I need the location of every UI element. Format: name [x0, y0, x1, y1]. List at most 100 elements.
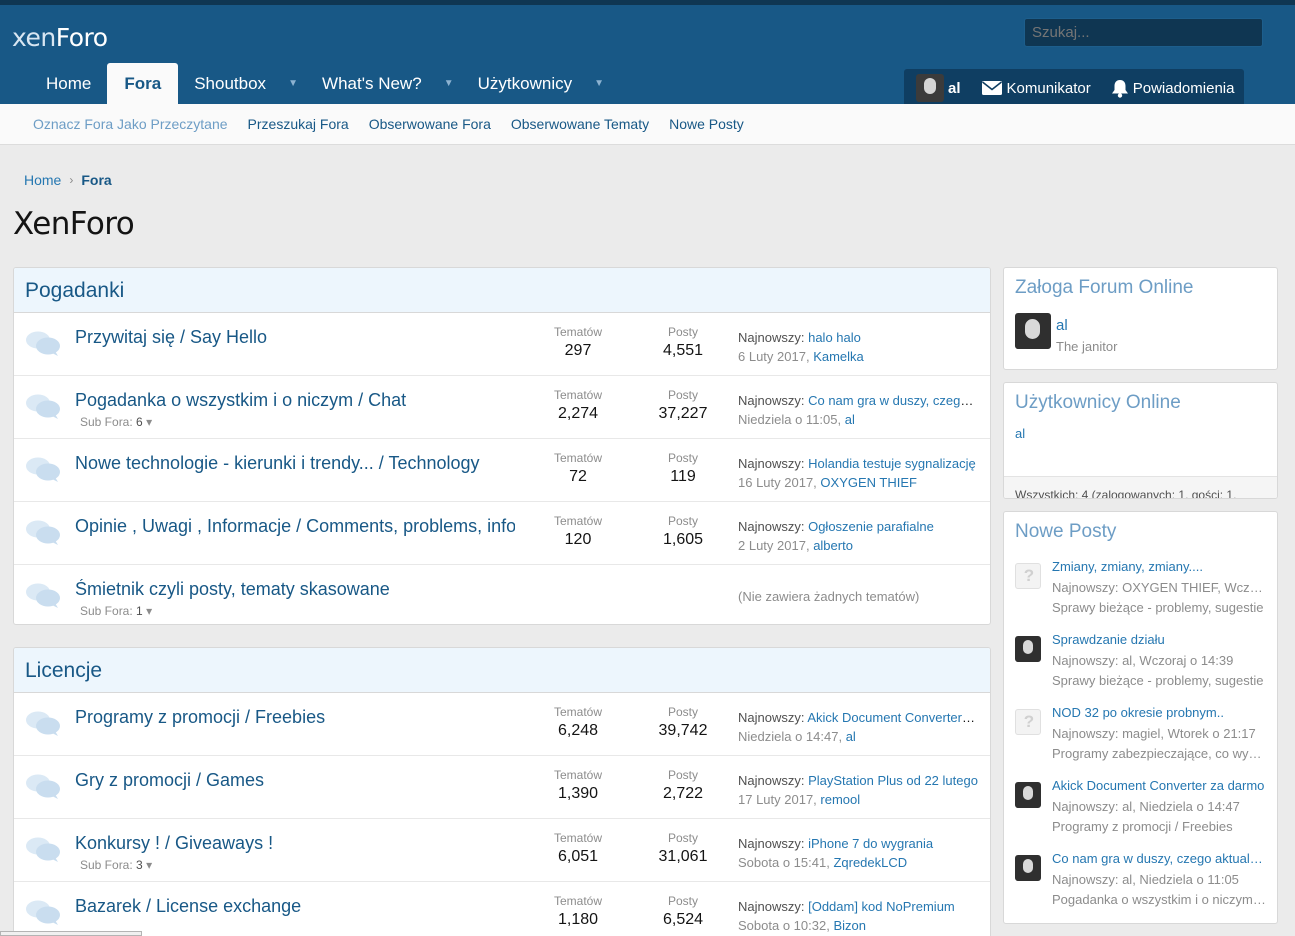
site-logo[interactable]: xenForo [12, 23, 108, 52]
forum-title-link[interactable]: Programy z promocji / Freebies [75, 707, 325, 728]
latest-thread-link[interactable]: [Oddam] kod NoPremium [808, 899, 955, 914]
new-post-meta: Najnowszy: al, Niedziela o 14:47 [1052, 799, 1240, 814]
latest-user-link[interactable]: alberto [813, 538, 853, 553]
forum-title-link[interactable]: Konkursy ! / Giveaways ! [75, 833, 273, 854]
forum-node: Programy z promocji / Freebies Tematów 6,… [14, 693, 990, 756]
latest-thread-link[interactable]: Ogłoszenie parafialne [808, 519, 934, 534]
breadcrumb-home[interactable]: Home [24, 172, 61, 188]
widget-title[interactable]: Nowe Posty [1004, 512, 1277, 557]
new-post-title-link[interactable]: Zmiany, zmiany, zmiany.... [1052, 559, 1266, 574]
new-post-title-link[interactable]: Akick Document Converter za darmo [1052, 778, 1266, 793]
watched-forums-link[interactable]: Obserwowane Fora [359, 116, 501, 132]
breadcrumb-fora[interactable]: Fora [81, 172, 111, 188]
account-button[interactable]: al [904, 69, 971, 107]
latest-thread-link[interactable]: Holandia testuje sygnalizację [808, 456, 976, 471]
new-post-forum-link[interactable]: Sprawy bieżące - problemy, sugestie [1052, 673, 1266, 688]
threads-count: Tematów 297 [553, 325, 603, 359]
chevron-down-icon[interactable]: ▼ [282, 63, 304, 104]
breadcrumb: Home › Fora [24, 172, 112, 188]
posts-count: Posty 2,722 [662, 768, 704, 802]
latest-thread-link[interactable]: PlayStation Plus od 22 lutego [808, 773, 978, 788]
forum-title-link[interactable]: Gry z promocji / Games [75, 770, 264, 791]
latest-user-link[interactable]: al [846, 729, 856, 744]
envelope-icon [981, 81, 1002, 95]
latest-thread-link[interactable]: Co nam gra w duszy, czego aktualnie słuc… [808, 393, 978, 408]
search-forums-link[interactable]: Przeszukaj Fora [238, 116, 359, 132]
forum-node: Bazarek / License exchange Tematów 1,180 … [14, 882, 990, 936]
new-post-meta: Najnowszy: al, Wczoraj o 14:39 [1052, 653, 1234, 668]
users-online-widget: Użytkownicy Online al Wszystkich: 4 (zal… [1003, 382, 1278, 499]
category-title[interactable]: Pogadanki [14, 268, 990, 313]
latest-post: Najnowszy: PlayStation Plus od 22 lutego… [738, 773, 978, 807]
category-title[interactable]: Licencje [14, 648, 990, 693]
subforums-toggle[interactable]: Sub Fora: 6 ▾ [80, 415, 152, 429]
new-post-forum-link[interactable]: Programy z promocji / Freebies [1052, 819, 1266, 834]
new-post-item: Sprawdzanie działu Najnowszy: al, Wczora… [1004, 630, 1277, 703]
mark-forums-read-link[interactable]: Oznacz Fora Jako Przeczytane [23, 116, 238, 132]
bell-icon [1111, 79, 1128, 98]
latest-thread-link[interactable]: iPhone 7 do wygrania [808, 836, 933, 851]
new-post-item: NOD 32 po okresie probnym.. Najnowszy: m… [1004, 703, 1277, 776]
latest-user-link[interactable]: ZqredekLCD [833, 855, 907, 870]
staff-member: al The janitor [1004, 299, 1277, 359]
forum-title-link[interactable]: Bazarek / License exchange [75, 896, 301, 917]
forum-title-link[interactable]: Nowe technologie - kierunki i trendy... … [75, 453, 480, 474]
main-nav: Home Fora Shoutbox ▼ What's New? ▼ Użytk… [30, 63, 612, 104]
new-post-forum-link[interactable]: Programy zabezpieczające, co wybrać [1052, 746, 1266, 761]
avatar[interactable] [1015, 709, 1041, 735]
posts-count: Posty 119 [667, 451, 698, 485]
subforums-toggle[interactable]: Sub Fora: 3 ▾ [80, 858, 152, 872]
chat-bubbles-icon [26, 331, 60, 356]
online-user-link[interactable]: al [1004, 414, 1277, 476]
messenger-button[interactable]: Komunikator [971, 69, 1101, 107]
horizontal-scrollbar[interactable] [0, 931, 142, 936]
watched-threads-link[interactable]: Obserwowane Tematy [501, 116, 659, 132]
latest-user-link[interactable]: Kamelka [813, 349, 864, 364]
latest-post: Najnowszy: [Oddam] kod NoPremium Sobota … [738, 899, 955, 933]
nav-tab-shoutbox[interactable]: Shoutbox [178, 63, 282, 104]
new-post-forum-link[interactable]: Sprawy bieżące - problemy, sugestie [1052, 600, 1266, 615]
forum-title-link[interactable]: Opinie , Uwagi , Informacje / Comments, … [75, 516, 515, 537]
page-title: XenForo [13, 206, 135, 242]
latest-user-link[interactable]: remool [820, 792, 860, 807]
forum-title-link[interactable]: Pogadanka o wszystkim i o niczym / Chat [75, 390, 406, 411]
avatar[interactable] [1015, 313, 1051, 349]
chevron-down-icon[interactable]: ▼ [588, 63, 610, 104]
new-posts-link[interactable]: Nowe Posty [659, 116, 754, 132]
nav-tab-home[interactable]: Home [30, 63, 107, 104]
latest-user-link[interactable]: al [845, 412, 855, 427]
latest-thread-link[interactable]: Akick Document Converter za darmo [807, 710, 978, 725]
posts-count: Posty 31,061 [658, 831, 708, 865]
widget-title[interactable]: Użytkownicy Online [1004, 383, 1277, 414]
forum-node: Pogadanka o wszystkim i o niczym / Chat … [14, 376, 990, 439]
new-post-forum-link[interactable]: Pogadanka o wszystkim i o niczym / Chat [1052, 892, 1266, 907]
widget-title[interactable]: Załoga Forum Online [1004, 268, 1277, 299]
messenger-label: Komunikator [1006, 79, 1091, 97]
chevron-down-icon[interactable]: ▼ [438, 63, 460, 104]
nav-tab-whats-new[interactable]: What's New? [306, 63, 438, 104]
new-post-title-link[interactable]: Co nam gra w duszy, czego aktualnie słuc… [1052, 851, 1266, 866]
latest-user-link[interactable]: OXYGEN THIEF [820, 475, 917, 490]
user-nav: al Komunikator Powiadomienia [904, 69, 1245, 107]
alerts-button[interactable]: Powiadomienia [1101, 69, 1245, 107]
new-post-title-link[interactable]: Sprawdzanie działu [1052, 632, 1266, 647]
new-post-title-link[interactable]: NOD 32 po okresie probnym.. [1052, 705, 1266, 720]
forum-title-link[interactable]: Śmietnik czyli posty, tematy skasowane [75, 579, 390, 600]
avatar[interactable] [1015, 782, 1041, 808]
site-header: xenForo Home Fora Shoutbox ▼ What's New?… [0, 0, 1295, 107]
nav-tab-users[interactable]: Użytkownicy [462, 63, 588, 104]
avatar[interactable] [1015, 636, 1041, 662]
threads-count: Tematów 120 [553, 514, 603, 548]
avatar[interactable] [1015, 563, 1041, 589]
latest-post: Najnowszy: Ogłoszenie parafialne 2 Luty … [738, 519, 934, 553]
latest-user-link[interactable]: Bizon [833, 918, 866, 933]
forum-title-link[interactable]: Przywitaj się / Say Hello [75, 327, 267, 348]
no-threads-label: (Nie zawiera żadnych tematów) [738, 589, 920, 604]
staff-username-link[interactable]: al [1056, 317, 1068, 334]
avatar[interactable] [1015, 855, 1041, 881]
subforums-toggle[interactable]: Sub Fora: 1 ▾ [80, 604, 152, 618]
search-input[interactable] [1024, 18, 1263, 47]
nav-tab-fora[interactable]: Fora [107, 63, 179, 104]
chat-bubbles-icon [26, 394, 60, 419]
latest-thread-link[interactable]: halo halo [808, 330, 861, 345]
